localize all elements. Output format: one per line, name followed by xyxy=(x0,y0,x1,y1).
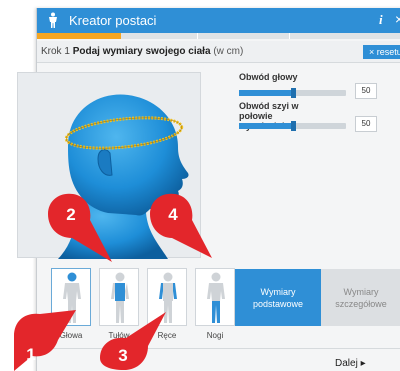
callout-overlay xyxy=(14,193,212,371)
callout-2-number: 2 xyxy=(66,205,76,224)
callout-4 xyxy=(150,193,212,258)
stage: Kreator postaci i × Krok 1 Podaj wymiary… xyxy=(0,0,400,371)
callout-1-number: 1 xyxy=(26,345,36,364)
callout-2 xyxy=(48,193,112,262)
callout-3-number: 3 xyxy=(118,346,128,365)
callout-4-number: 4 xyxy=(168,205,178,224)
